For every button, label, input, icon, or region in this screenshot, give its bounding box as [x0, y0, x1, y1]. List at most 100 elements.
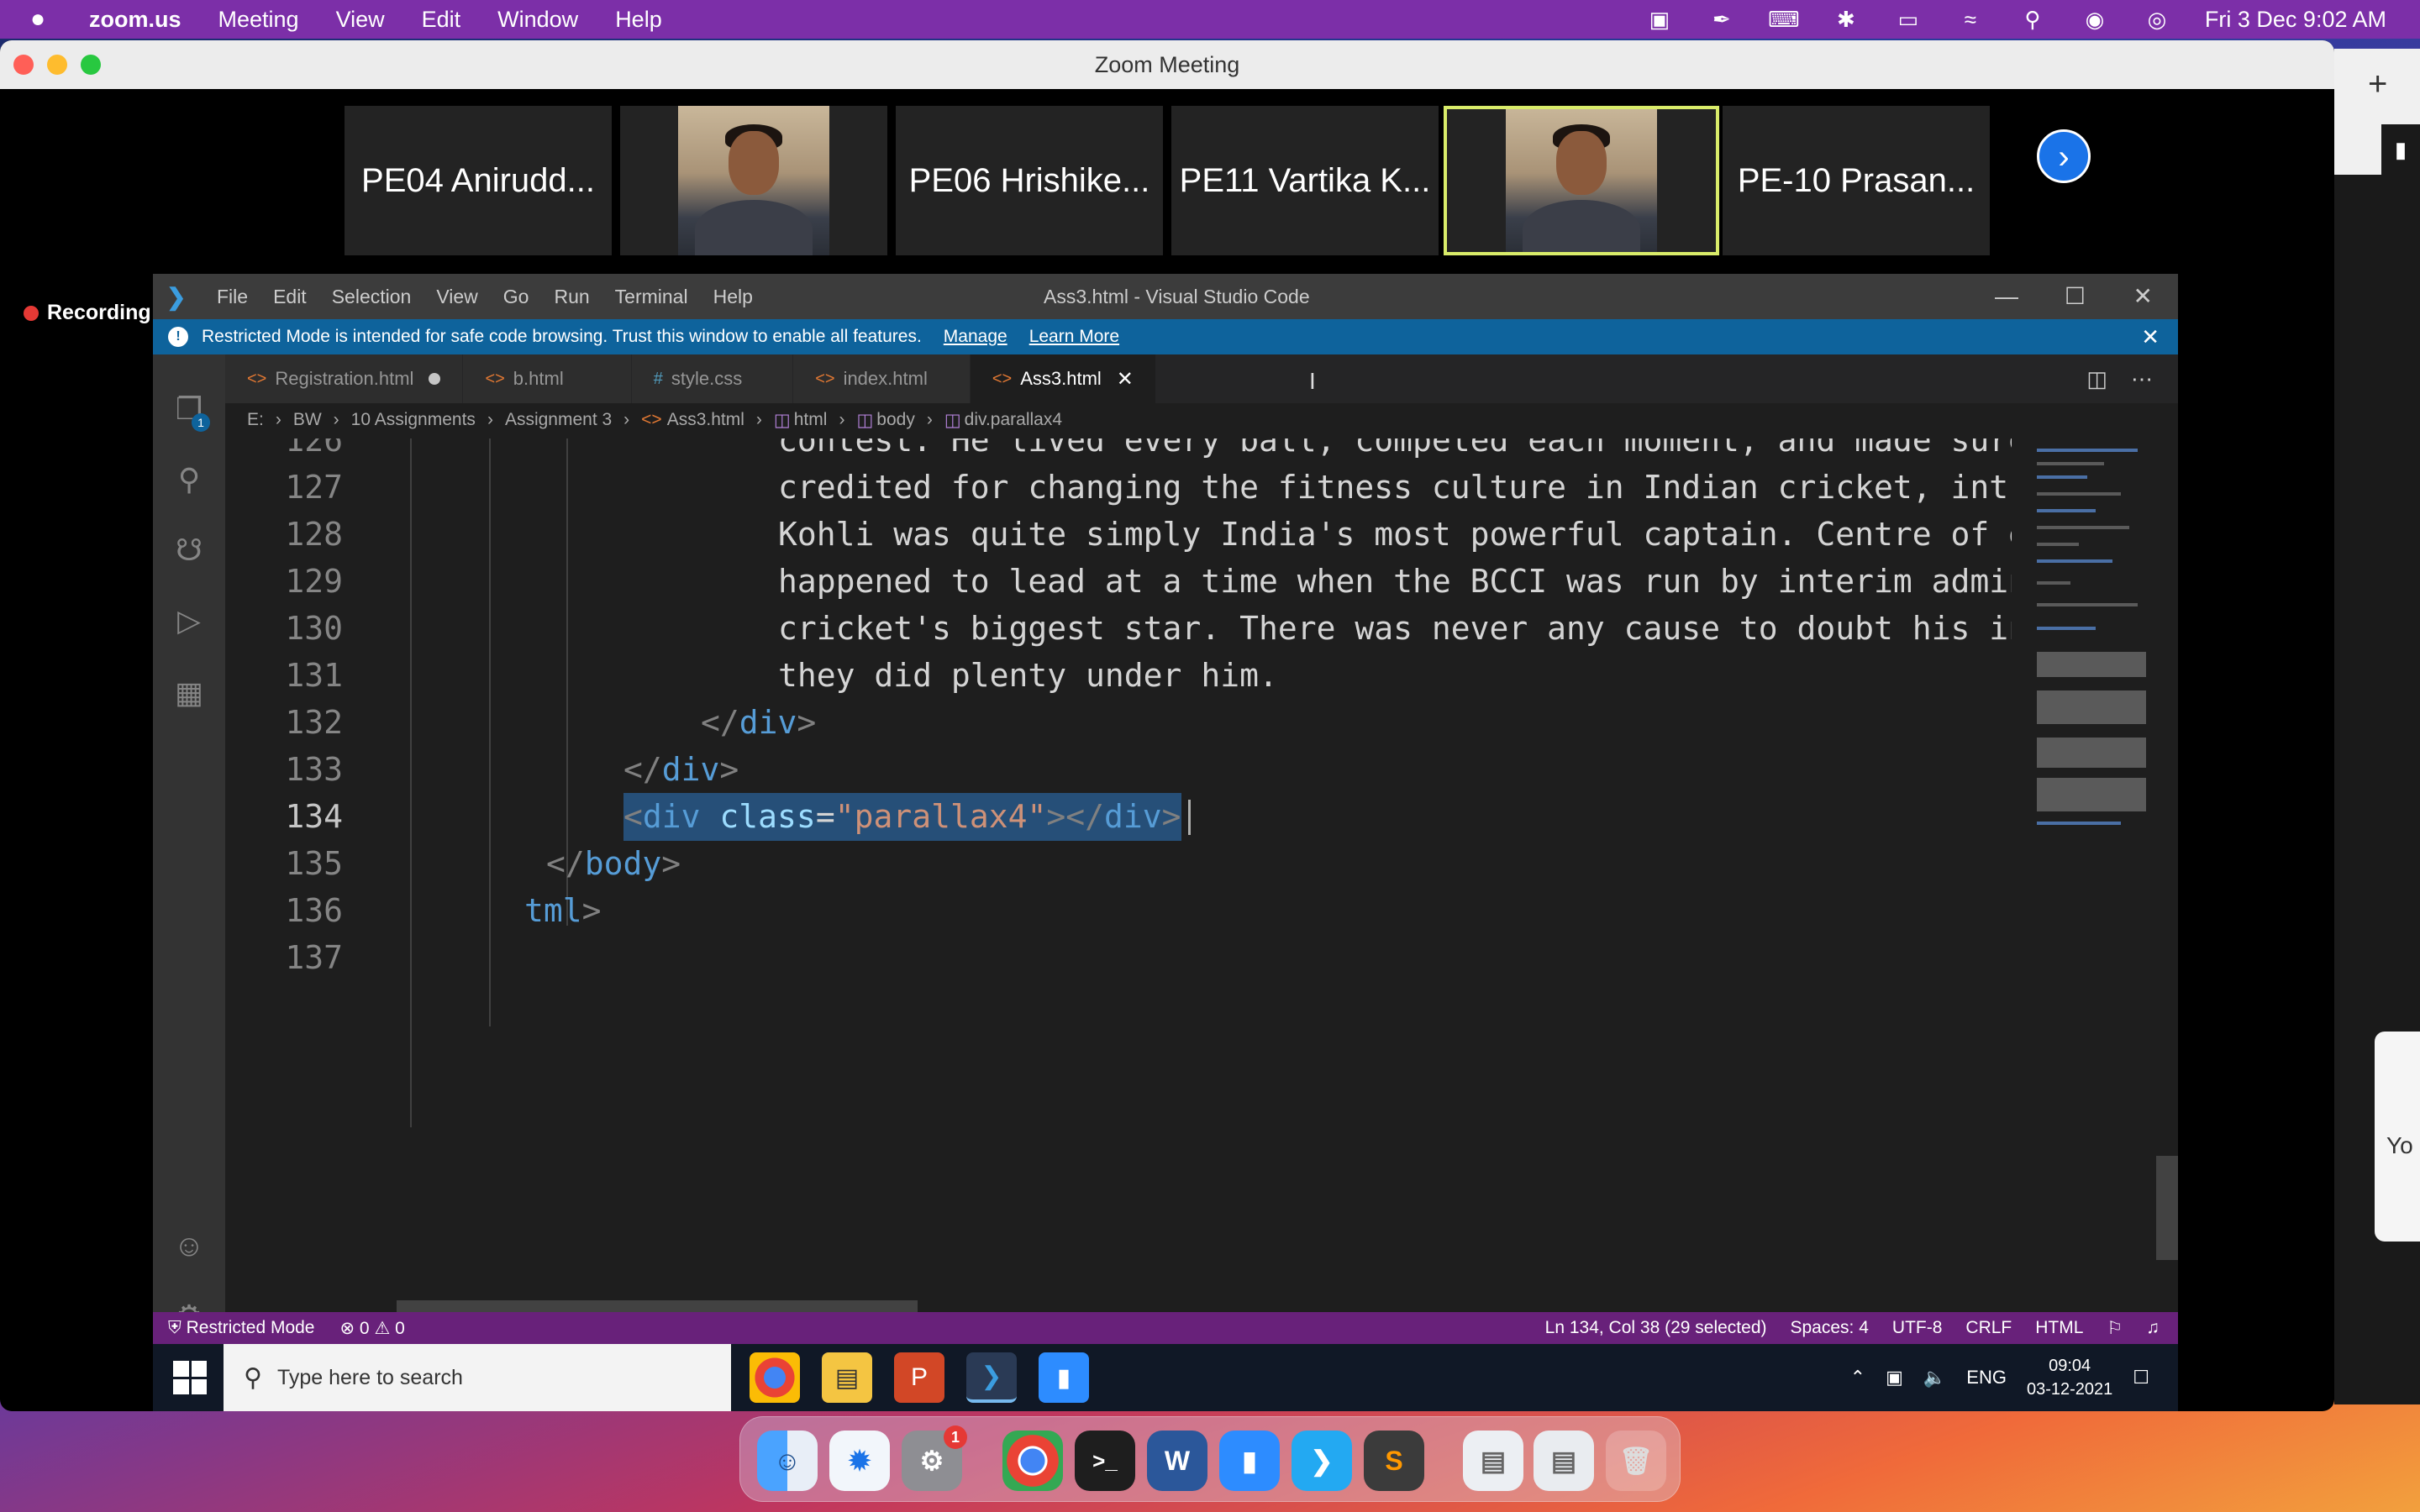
banner-close-icon[interactable]: ✕	[2141, 319, 2160, 354]
taskbar-search-input[interactable]: ⚲ Type here to search	[224, 1344, 731, 1411]
accounts-icon[interactable]: ☺	[171, 1228, 207, 1263]
siri-icon[interactable]: ◎	[2143, 7, 2171, 32]
powerpoint-taskbar-icon[interactable]: P	[894, 1352, 944, 1403]
breadcrumb-item[interactable]: 10 Assignments	[351, 410, 476, 430]
vs-menu-edit[interactable]: Edit	[273, 286, 307, 308]
minimize-icon[interactable]: —	[1995, 274, 2018, 319]
network-icon[interactable]: ▣	[1886, 1367, 1903, 1389]
participant-tile[interactable]: PE11 Vartika K...	[1171, 106, 1439, 255]
maximize-window-button[interactable]	[81, 55, 101, 75]
breadcrumb-item[interactable]: Ass3.html	[667, 410, 744, 430]
active-speaker-tile[interactable]	[1444, 106, 1719, 255]
run-debug-icon[interactable]: ▷	[171, 603, 207, 638]
pen-icon[interactable]: ✒	[1707, 7, 1736, 32]
tab-ass3-html[interactable]: <> Ass3.html ✕	[970, 354, 1156, 403]
recording-indicator[interactable]: Recording	[24, 301, 151, 325]
taskbar-clock[interactable]: 09:04 03-12-2021	[2027, 1354, 2112, 1401]
participant-tile[interactable]: PE04 Anirudd...	[345, 106, 612, 255]
vscode-taskbar-icon[interactable]: ❯	[966, 1352, 1017, 1403]
bluetooth-icon[interactable]: ✱	[1832, 7, 1860, 32]
vs-menu-help[interactable]: Help	[713, 286, 753, 308]
eol-status[interactable]: CRLF	[1965, 1318, 2012, 1338]
language-indicator[interactable]: ENG	[1966, 1367, 2007, 1389]
maximize-icon[interactable]: ☐	[2065, 274, 2086, 319]
more-actions-icon[interactable]: ⋯	[2131, 366, 2153, 392]
language-mode-status[interactable]: HTML	[2035, 1318, 2083, 1338]
battery-icon[interactable]: ▭	[1894, 7, 1923, 32]
breadcrumb-item[interactable]: E:	[247, 410, 264, 430]
volume-icon[interactable]: 🔈	[1923, 1367, 1946, 1389]
vs-menu-terminal[interactable]: Terminal	[615, 286, 688, 308]
close-window-button[interactable]	[13, 55, 34, 75]
tab-style-css[interactable]: # style.css	[631, 354, 794, 403]
terminal-dock-icon[interactable]: >_	[1075, 1431, 1135, 1491]
menu-meeting[interactable]: Meeting	[218, 7, 299, 33]
learn-more-link[interactable]: Learn More	[1029, 327, 1119, 347]
chrome-dock-icon[interactable]	[1002, 1431, 1063, 1491]
vs-menu-go[interactable]: Go	[503, 286, 529, 308]
extensions-icon[interactable]: ▦	[171, 675, 207, 711]
tab-registration-html[interactable]: <> Registration.html	[225, 354, 464, 403]
screenshot-preview-dock-icon[interactable]: ▤	[1534, 1431, 1594, 1491]
indentation-status[interactable]: Spaces: 4	[1791, 1318, 1869, 1338]
feedback-icon[interactable]: ⚐	[2107, 1318, 2123, 1339]
add-icon[interactable]: +	[2368, 66, 2387, 103]
menu-bar-clock[interactable]: Fri 3 Dec 9:02 AM	[2205, 7, 2386, 33]
next-participants-button[interactable]: ›	[2037, 129, 2091, 183]
safari-dock-icon[interactable]: ✹	[829, 1431, 890, 1491]
menu-window[interactable]: Window	[497, 7, 578, 33]
participant-video-tile[interactable]	[620, 106, 887, 255]
restricted-mode-status[interactable]: ⛨ Restricted Mode	[168, 1318, 315, 1338]
vs-menu-view[interactable]: View	[436, 286, 477, 308]
control-center-icon[interactable]: ◉	[2081, 7, 2109, 32]
breadcrumb-item[interactable]: div.parallax4	[965, 410, 1062, 430]
explorer-icon[interactable]: ❐ 1	[171, 391, 210, 432]
minimize-window-button[interactable]	[47, 55, 67, 75]
code-editor[interactable]: 126 contest. He lived every ball, compete…	[225, 438, 2012, 1295]
split-editor-icon[interactable]: ◫	[2086, 366, 2107, 392]
tab-b-html[interactable]: <> b.html	[463, 354, 632, 403]
source-control-icon[interactable]: ☋	[171, 533, 207, 568]
trash-dock-icon[interactable]: 🗑	[1606, 1431, 1666, 1491]
breadcrumb-item[interactable]: Assignment 3	[505, 410, 612, 430]
windows-start-icon[interactable]	[173, 1361, 207, 1394]
wifi-icon[interactable]: ≈	[1956, 7, 1985, 32]
file-explorer-taskbar-icon[interactable]: ▤	[822, 1352, 872, 1403]
zoom-taskbar-icon[interactable]: ▮	[1039, 1352, 1089, 1403]
menu-view[interactable]: View	[336, 7, 385, 33]
zoom-status-icon[interactable]: ▣	[1645, 7, 1674, 32]
apple-icon[interactable]: ●	[30, 5, 55, 34]
vertical-scroll-thumb[interactable]	[2156, 1156, 2178, 1260]
close-icon[interactable]: ✕	[2133, 274, 2153, 319]
problems-status[interactable]: ⊗ 0 ⚠ 0	[340, 1318, 405, 1339]
participant-tile[interactable]: PE06 Hrishike...	[896, 106, 1163, 255]
menu-edit[interactable]: Edit	[422, 7, 461, 33]
finder-dock-icon[interactable]: ☺	[757, 1431, 818, 1491]
chevron-up-icon[interactable]: ⌃	[1850, 1367, 1865, 1389]
tab-index-html[interactable]: <> index.html	[793, 354, 971, 403]
system-preferences-dock-icon[interactable]: ⚙ 1	[902, 1425, 967, 1491]
vs-menu-run[interactable]: Run	[554, 286, 589, 308]
sublime-text-dock-icon[interactable]: S	[1364, 1431, 1424, 1491]
manage-link[interactable]: Manage	[944, 327, 1007, 347]
breadcrumb-item[interactable]: BW	[293, 410, 322, 430]
selected-code[interactable]: <div class="parallax4"></div>	[623, 793, 1181, 841]
action-center-icon[interactable]: ☐	[2133, 1367, 2149, 1389]
vs-menu-file[interactable]: File	[217, 286, 248, 308]
chrome-taskbar-icon[interactable]	[750, 1352, 800, 1403]
breadcrumb-item[interactable]: body	[876, 410, 915, 430]
tab-close-icon[interactable]: ✕	[1117, 367, 1134, 391]
breadcrumb-item[interactable]: html	[794, 410, 828, 430]
zoom-dock-icon[interactable]: ▮	[1219, 1431, 1280, 1491]
encoding-status[interactable]: UTF-8	[1892, 1318, 1943, 1338]
video-icon[interactable]: ▮	[2381, 124, 2420, 175]
search-icon[interactable]: ⚲	[171, 462, 207, 497]
document-preview-dock-icon[interactable]: ▤	[1463, 1431, 1523, 1491]
spotlight-search-icon[interactable]: ⚲	[2018, 7, 2047, 32]
participant-tile[interactable]: PE-10 Prasan...	[1723, 106, 1990, 255]
word-dock-icon[interactable]: W	[1147, 1431, 1207, 1491]
notifications-bell-icon[interactable]: ♫	[2146, 1318, 2160, 1338]
menu-help[interactable]: Help	[615, 7, 662, 33]
cursor-position-status[interactable]: Ln 134, Col 38 (29 selected)	[1545, 1318, 1767, 1338]
minimap[interactable]	[2012, 438, 2156, 1295]
